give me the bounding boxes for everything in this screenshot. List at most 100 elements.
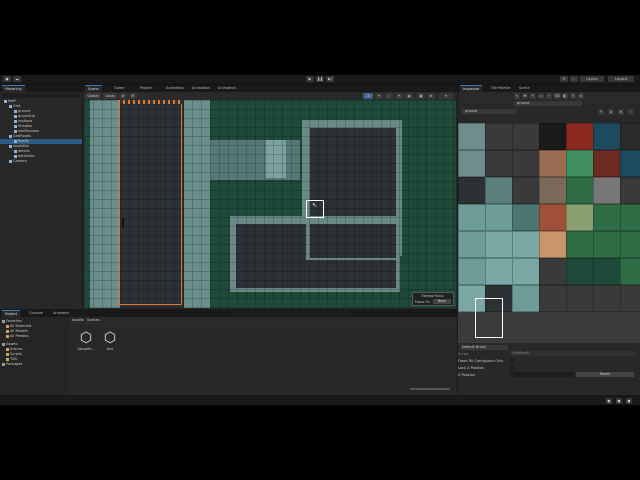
account-button[interactable]: ● — [3, 76, 11, 82]
eraser-icon[interactable]: ⌫ — [554, 93, 560, 99]
brush-dropdown[interactable]: Default Brush — [460, 345, 508, 350]
edit-palette-icon[interactable]: ✎ — [598, 109, 604, 115]
palette-tile[interactable] — [512, 285, 540, 312]
flip-icon[interactable]: ⇋ — [578, 93, 584, 99]
status-icon-c[interactable]: ◼ — [626, 398, 632, 404]
hierarchy-item[interactable]: Camera — [0, 159, 82, 164]
picker-icon[interactable]: ⌖ — [546, 93, 552, 99]
palette-tile[interactable] — [539, 204, 567, 231]
cloud-icon[interactable]: ☁ — [13, 76, 21, 82]
palette-tile[interactable] — [620, 231, 640, 258]
palette-tile[interactable] — [566, 285, 594, 312]
palette-tile[interactable] — [566, 231, 594, 258]
layout-dropdown[interactable]: Layout — [608, 76, 634, 82]
palette-tile[interactable] — [539, 150, 567, 177]
global-dropdown[interactable]: Global — [85, 93, 101, 99]
palette-tile[interactable] — [539, 258, 567, 285]
scene-canvas[interactable]: ↖ Tilemap Focus Focus On None — [84, 100, 456, 308]
tab-tile-palette[interactable]: Tile Palette — [488, 85, 513, 92]
palette-tile[interactable] — [485, 177, 513, 204]
visibility-icon[interactable]: ◉ — [405, 93, 413, 99]
search-icon[interactable]: ⌕ — [570, 76, 578, 82]
tab-scene[interactable]: Scene — [516, 85, 533, 92]
palette-tile[interactable] — [593, 177, 621, 204]
palette-tile[interactable] — [620, 150, 640, 177]
palette-tile[interactable] — [566, 177, 594, 204]
palette-tile[interactable] — [458, 204, 486, 231]
history-icon[interactable]: ⟲ — [560, 76, 568, 82]
tile-palette-grid[interactable] — [458, 123, 640, 343]
tab-animation[interactable]: Animation — [163, 85, 187, 92]
palette-tile[interactable] — [512, 123, 540, 150]
palette-tile[interactable] — [566, 123, 594, 150]
tab-game[interactable]: Game — [111, 85, 127, 92]
snap-icon[interactable]: ⊞ — [129, 93, 137, 99]
palette-tile[interactable] — [566, 150, 594, 177]
palette-tile[interactable] — [620, 123, 640, 150]
palette-tile[interactable] — [485, 123, 513, 150]
palette-tile[interactable] — [566, 258, 594, 285]
camera-icon[interactable]: ▣ — [417, 93, 425, 99]
reset-button[interactable]: Reset — [576, 372, 634, 377]
palette-tile[interactable] — [539, 231, 567, 258]
fill-tool-icon[interactable]: ◧ — [562, 93, 568, 99]
palette-tile[interactable] — [539, 177, 567, 204]
project-search-input[interactable] — [230, 311, 350, 316]
gizmos-icon[interactable]: ⊕ — [427, 93, 435, 99]
palette-tile[interactable] — [485, 258, 513, 285]
icon-size-slider[interactable] — [410, 388, 450, 390]
select-tool-icon[interactable]: ↖ — [514, 93, 520, 99]
palette-tile[interactable] — [620, 258, 640, 285]
palette-tile[interactable] — [458, 177, 486, 204]
tab-animation[interactable]: Animation — [189, 85, 213, 92]
tab-hierarchy[interactable]: Hierarchy — [2, 85, 25, 93]
palette-tile[interactable] — [620, 285, 640, 312]
palette-tile[interactable] — [512, 177, 540, 204]
palette-tile[interactable] — [620, 204, 640, 231]
status-icon-a[interactable]: ◼ — [606, 398, 612, 404]
tab-animator[interactable]: Animator — [50, 310, 72, 317]
palette-tile[interactable] — [512, 231, 540, 258]
palette-tile[interactable] — [512, 204, 540, 231]
palette-tile[interactable] — [539, 285, 567, 312]
hierarchy-search-input[interactable] — [2, 93, 80, 98]
audio-icon[interactable]: ♪ — [385, 93, 393, 99]
pause-button[interactable]: ❚❚ — [316, 76, 324, 82]
palette-tile[interactable] — [593, 123, 621, 150]
palette-tile[interactable] — [512, 150, 540, 177]
grid-snap-icon[interactable]: # — [119, 93, 127, 99]
palette-tile[interactable] — [593, 231, 621, 258]
palette-tile[interactable] — [593, 258, 621, 285]
scene-asset[interactable]: ⬡ SampleS... — [76, 330, 96, 351]
palette-tile[interactable] — [620, 177, 640, 204]
scene-asset[interactable]: ⬡ test — [100, 330, 120, 351]
palette-tile[interactable] — [593, 285, 621, 312]
play-button[interactable]: ▶ — [306, 76, 314, 82]
effects-icon[interactable]: ✦ — [395, 93, 403, 99]
packages-header[interactable]: Packages — [2, 362, 22, 367]
paint-tool-icon[interactable]: ✎ — [530, 93, 536, 99]
active-tilemap-dropdown[interactable]: ground — [514, 101, 582, 106]
lighting-icon[interactable]: ☀ — [375, 93, 383, 99]
move-tool-icon[interactable]: ✥ — [522, 93, 528, 99]
palette-more-icon[interactable]: ⋮ — [628, 109, 634, 115]
tab-animation[interactable]: Animation — [215, 85, 239, 92]
palette-tile[interactable] — [539, 123, 567, 150]
tab-project[interactable]: Project — [137, 85, 155, 92]
palette-tile[interactable] — [458, 150, 486, 177]
rotate-icon[interactable]: ↻ — [570, 93, 576, 99]
palette-tile[interactable] — [512, 258, 540, 285]
box-fill-icon[interactable]: ▭ — [538, 93, 544, 99]
layers-dropdown[interactable]: Layers — [580, 76, 604, 82]
local-dropdown[interactable]: Local — [103, 93, 117, 99]
palette-tile[interactable] — [458, 231, 486, 258]
palette-dropdown[interactable]: ground — [462, 109, 516, 114]
palette-tile[interactable] — [566, 204, 594, 231]
palette-tile[interactable] — [593, 204, 621, 231]
palette-tile[interactable] — [593, 150, 621, 177]
status-icon-b[interactable]: ◼ — [616, 398, 622, 404]
gizmo-toggle-icon[interactable]: ⊕ — [618, 109, 624, 115]
palette-tile[interactable] — [458, 123, 486, 150]
lock-z-checkbox[interactable] — [510, 366, 514, 370]
focus-dropdown[interactable]: None — [433, 299, 451, 304]
